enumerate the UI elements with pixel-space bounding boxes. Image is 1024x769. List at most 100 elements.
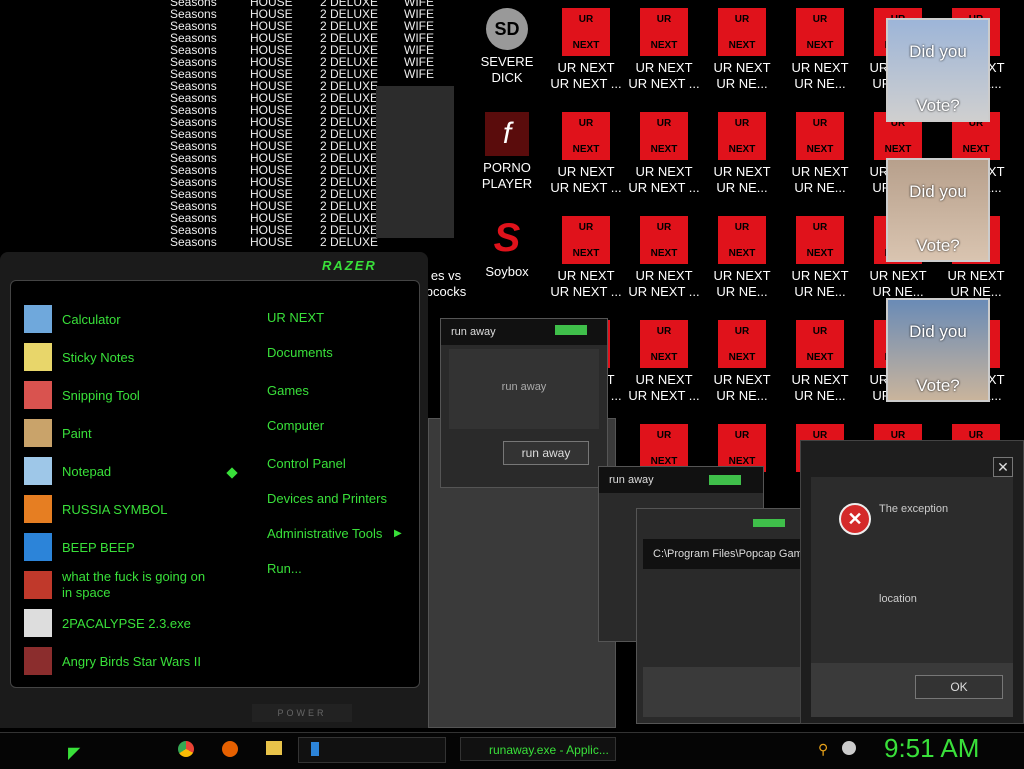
ur-next-icon[interactable]: URNEXT UR NEXTUR NE... — [704, 216, 780, 300]
start-menu[interactable]: RAZER Calculator Sticky Notes Snipping Too… — [0, 252, 428, 728]
icon-label: UR NEXT ... — [550, 76, 622, 91]
icon-label: UR NEXT — [557, 164, 615, 179]
start-item[interactable]: Snipping Tool — [24, 380, 140, 410]
chrome-icon[interactable] — [178, 741, 194, 757]
icon-label: UR NEXT ... — [628, 388, 700, 403]
mccain-photo[interactable]: Did you Vote? — [886, 158, 990, 262]
icon-label: UR NE... — [716, 388, 768, 403]
icon-label: UR NEXT ... — [628, 76, 700, 91]
taskbar: ◤ runaway.exe - Applic... ⚲ 9:51 AM — [0, 732, 1024, 769]
tray-icon[interactable] — [842, 741, 856, 755]
desktop-icon-soybox[interactable]: S Soybox — [469, 216, 545, 280]
icon-label: UR NEXT — [635, 60, 693, 75]
ur-next-icon[interactable]: URNEXT UR NEXTUR NE... — [782, 216, 858, 300]
clinton-photo[interactable]: Did you Vote? — [886, 298, 990, 402]
icon-label: UR NEXT — [791, 268, 849, 283]
start-item[interactable]: Sticky Notes — [24, 342, 134, 372]
icon-label: UR NE... — [716, 284, 768, 299]
runaway-window-1[interactable]: run away run away run away — [440, 318, 608, 488]
ur-next-icon[interactable]: URNEXT UR NEXTUR NEXT ... — [548, 112, 624, 196]
ur-next-icon[interactable]: URNEXT UR NEXTUR NE... — [782, 320, 858, 404]
icon-label: UR NEXT — [713, 164, 771, 179]
start-item-label: Notepad — [62, 463, 112, 479]
razer-logo: RAZER — [322, 258, 377, 273]
power-button[interactable]: POWER — [252, 704, 352, 722]
app-icon — [24, 609, 52, 637]
list-row: Seasons — [170, 235, 217, 249]
firefox-icon[interactable] — [222, 741, 238, 757]
start-item-label: Calculator — [62, 311, 121, 327]
obama-photo[interactable]: Did you Vote? — [886, 18, 990, 122]
start-right-item[interactable]: Control Panel — [267, 456, 346, 471]
ok-button[interactable]: OK — [915, 675, 1003, 699]
ur-next-thumbnail: URNEXT — [640, 424, 688, 472]
path-window[interactable]: C:\Program Files\Popcap Game — [636, 508, 813, 724]
path-title: C:\Program Files\Popcap Game — [643, 539, 813, 569]
start-item[interactable]: Notepad — [24, 456, 111, 486]
ur-next-icon[interactable]: URNEXT UR NEXTUR NEXT ... — [626, 112, 702, 196]
desktop-icon-severe[interactable]: SD SEVERE DICK — [469, 8, 545, 86]
grey-panel — [376, 86, 454, 238]
icon-label: UR NEXT — [713, 268, 771, 283]
start-button-icon[interactable]: ◤ — [68, 743, 92, 762]
icon-label: UR NEXT — [791, 372, 849, 387]
ur-next-icon[interactable]: URNEXT UR NEXTUR NEXT ... — [548, 8, 624, 92]
start-item-label: Angry Birds Star Wars II — [62, 653, 201, 669]
ur-next-thumbnail: URNEXT — [640, 112, 688, 160]
ur-next-icon[interactable]: URNEXT UR NEXTUR NE... — [704, 8, 780, 92]
list-row: WIFE — [404, 67, 434, 81]
start-item-label: Snipping Tool — [62, 387, 140, 403]
start-item[interactable]: Calculator — [24, 304, 121, 334]
ur-next-icon[interactable]: URNEXT UR NEXTUR NE... — [704, 320, 780, 404]
start-right-item[interactable]: UR NEXT — [267, 310, 324, 325]
start-item[interactable]: Angry Birds Star Wars II — [24, 646, 201, 676]
active-task-button[interactable]: runaway.exe - Applic... — [460, 737, 616, 761]
green-progress — [555, 325, 587, 335]
start-right-item[interactable]: Devices and Printers — [267, 491, 387, 506]
icon-label: UR NE... — [794, 388, 846, 403]
ur-next-icon[interactable]: URNEXT UR NEXTUR NEXT ... — [626, 320, 702, 404]
ur-next-thumbnail: URNEXT — [718, 8, 766, 56]
ur-next-icon[interactable]: URNEXT UR NEXTUR NE... — [704, 112, 780, 196]
deluxe-list: 2 DELUXE 2 DELUXE 2 DELUXE 2 DELUXE 2 DELUXE… — [320, 0, 378, 248]
ur-next-icon[interactable]: URNEXT UR NEXTUR NEXT ... — [626, 216, 702, 300]
folder-icon[interactable] — [266, 741, 282, 755]
icon-label: UR NEXT — [947, 268, 1005, 283]
taskbar-button[interactable] — [298, 737, 446, 763]
photo-caption-top: Did you — [909, 182, 967, 201]
icon-label: UR NE... — [716, 180, 768, 195]
ur-next-icon[interactable]: URNEXT UR NEXTUR NE... — [782, 112, 858, 196]
search-icon[interactable]: ⚲ — [818, 741, 828, 758]
clock[interactable]: 9:51 AM — [884, 733, 979, 764]
close-icon[interactable]: ✕ — [993, 457, 1013, 477]
icon-label: UR NEXT — [557, 268, 615, 283]
ur-next-thumbnail: URNEXT — [562, 112, 610, 160]
icon-label: Soybox — [485, 264, 529, 279]
start-right-item[interactable]: Run... — [267, 561, 302, 576]
photo-caption-bottom: Vote? — [916, 236, 960, 255]
start-right-item[interactable]: Games — [267, 383, 309, 398]
ur-next-thumbnail: URNEXT — [796, 112, 844, 160]
start-item[interactable]: RUSSIA SYMBOL — [24, 494, 167, 524]
run-away-button[interactable]: run away — [503, 441, 589, 465]
ur-next-thumbnail: URNEXT — [718, 320, 766, 368]
ur-next-icon[interactable]: URNEXT UR NEXTUR NE... — [782, 8, 858, 92]
icon-label: UR NEXT — [869, 268, 927, 283]
start-item[interactable]: Paint — [24, 418, 92, 448]
error-dialog[interactable]: ✕ ✕ The exception location OK — [800, 440, 1024, 724]
ur-next-thumbnail: URNEXT — [718, 424, 766, 472]
app-icon — [24, 381, 52, 409]
start-right-item[interactable]: Documents — [267, 345, 333, 360]
start-item[interactable]: 2PACALYPSE 2.3.exe — [24, 608, 191, 638]
start-right-item[interactable]: Administrative Tools — [267, 526, 382, 541]
start-item[interactable]: BEEP BEEP — [24, 532, 135, 562]
error-icon: ✕ — [839, 503, 871, 535]
desktop-icon-porno[interactable]: f PORNO PLAYER — [469, 112, 545, 192]
icon-label: UR NEXT — [791, 164, 849, 179]
ur-next-icon[interactable]: URNEXT UR NEXTUR NEXT ... — [626, 8, 702, 92]
start-right-item[interactable]: Computer — [267, 418, 324, 433]
start-item[interactable]: what the fuck is going on in space — [24, 569, 212, 600]
icon-label: UR NE... — [794, 284, 846, 299]
list-row: HOUSE — [250, 235, 293, 249]
ur-next-icon[interactable]: URNEXT UR NEXTUR NEXT ... — [548, 216, 624, 300]
